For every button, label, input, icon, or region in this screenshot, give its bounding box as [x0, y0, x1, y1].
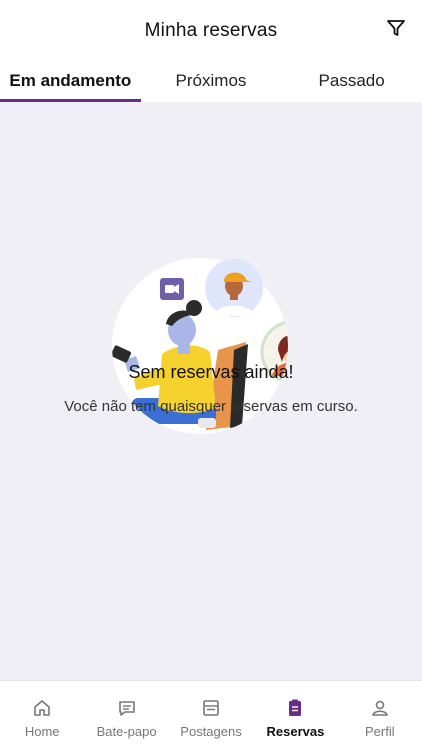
nav-item-home[interactable]: Home: [0, 681, 84, 750]
tab-label: Em andamento: [9, 71, 132, 90]
nav-item-chat[interactable]: Bate-papo: [84, 681, 168, 750]
nav-label: Postagens: [180, 724, 242, 739]
chat-icon: [116, 697, 138, 719]
page-title: Minha reservas: [144, 20, 278, 41]
nav-item-profile[interactable]: Perfil: [338, 681, 422, 750]
empty-state-description: Você não tem quaisquer reservas em curso…: [64, 398, 358, 415]
profile-icon: [369, 697, 391, 719]
nav-label: Bate-papo: [96, 724, 157, 739]
posts-icon: [200, 697, 222, 719]
tab-label: Passado: [318, 71, 385, 90]
filter-icon: [386, 18, 406, 43]
nav-item-posts[interactable]: Postagens: [169, 681, 253, 750]
nav-label: Reservas: [266, 724, 325, 739]
tab-passado[interactable]: Passado: [281, 58, 422, 102]
nav-label: Home: [24, 724, 60, 739]
tab-proximos[interactable]: Próximos: [141, 58, 282, 102]
home-icon: [31, 697, 53, 719]
booking-tabs: Em andamento Próximos Passado: [0, 58, 422, 102]
app-header: Minha reservas: [0, 0, 422, 58]
bookings-icon: [284, 697, 306, 719]
tab-label: Próximos: [175, 71, 247, 90]
empty-state-title: Sem reservas ainda!: [128, 362, 294, 382]
tab-em-andamento[interactable]: Em andamento: [0, 58, 141, 102]
nav-item-bookings[interactable]: Reservas: [253, 681, 337, 750]
empty-state: [0, 102, 422, 680]
bottom-navigation: Home Bate-papo Postagens Reservas Perfil: [0, 680, 422, 750]
nav-label: Perfil: [365, 724, 395, 739]
filter-button[interactable]: [384, 18, 408, 42]
